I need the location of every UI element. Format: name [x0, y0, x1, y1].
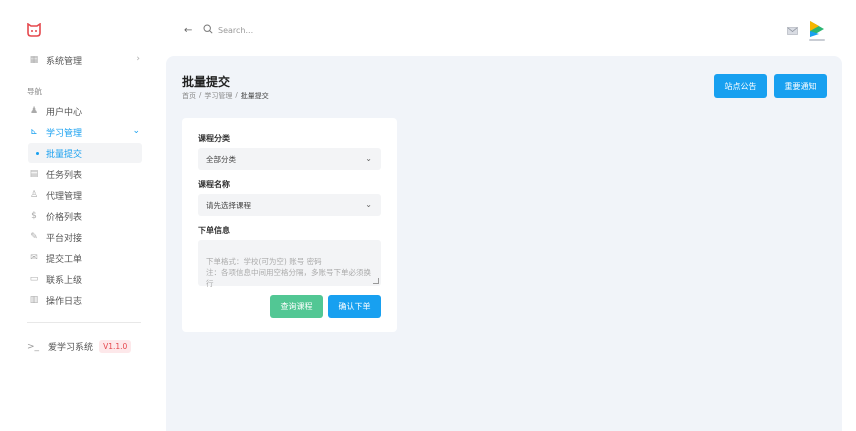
course-selected-value: 请先选择课程 [206, 200, 251, 210]
breadcrumb: 首页 / 学习管理 / 批量提交 [182, 91, 269, 101]
order-info-label: 下单信息 [198, 226, 230, 235]
search-input[interactable] [218, 22, 358, 38]
terminal-icon: >_ [27, 341, 40, 352]
chevron-right-icon: › [136, 54, 140, 64]
sidebar-item-label: 系统管理 [46, 56, 83, 67]
sidebar-item-label: 平台对接 [46, 233, 83, 244]
order-info-textarea[interactable]: 下单格式：学校(可为空) 账号 密码 注：各项信息中间用空格分隔，多账号下单必须… [198, 240, 381, 288]
log-icon: ▥ [29, 295, 39, 305]
sidebar-item-label: 操作日志 [46, 296, 83, 307]
sidebar-divider [27, 322, 141, 323]
topbar: ← [166, 0, 856, 58]
sidebar-item-label: 代理管理 [46, 191, 83, 202]
envelope-icon[interactable] [787, 27, 798, 35]
task-icon: ▤ [29, 169, 39, 179]
important-notice-button[interactable]: 重要通知 [774, 74, 827, 98]
breadcrumb-home[interactable]: 首页 [182, 91, 196, 101]
site-notice-button[interactable]: 站点公告 [714, 74, 767, 98]
category-label: 课程分类 [198, 134, 230, 143]
user-icon: ♟ [29, 106, 39, 116]
version-name: 爱学习系统 [48, 343, 94, 353]
sidebar-item-operation-log[interactable]: ▥ 操作日志 [20, 290, 142, 310]
confirm-order-button[interactable]: 确认下单 [328, 295, 381, 318]
main-content: 批量提交 首页 / 学习管理 / 批量提交 站点公告 重要通知 课程分类 全部分… [166, 56, 842, 431]
chevron-down-icon: ⌄ [132, 126, 140, 136]
bullet-icon [36, 151, 39, 155]
breadcrumb-current: 批量提交 [240, 92, 269, 100]
sidebar-item-submit-ticket[interactable]: ✉ 提交工单 [20, 248, 142, 268]
course-select[interactable]: 请先选择课程 ⌄ [198, 194, 381, 216]
sidebar-subitem-label: 批量提交 [46, 149, 83, 160]
nav-section-label: 导航 [27, 87, 42, 96]
resize-handle-icon[interactable] [373, 278, 379, 284]
sidebar-item-label: 学习管理 [46, 128, 83, 139]
sidebar-item-label: 联系上级 [46, 275, 83, 286]
query-course-button[interactable]: 查询课程 [270, 295, 323, 318]
breadcrumb-study-manage[interactable]: 学习管理 [204, 91, 232, 101]
agent-icon: ♙ [29, 190, 39, 200]
sidebar-item-platform-link[interactable]: ✎ 平台对接 [20, 227, 142, 247]
chevron-down-icon: ⌄ [365, 154, 372, 163]
page-title: 批量提交 [182, 75, 231, 89]
arrow-left-icon[interactable]: ← [184, 25, 192, 36]
dollar-icon: $ [31, 211, 37, 221]
sidebar-item-label: 任务列表 [46, 170, 83, 181]
contact-icon: ▭ [29, 274, 39, 284]
search-icon [203, 24, 213, 34]
sidebar-item-price-list[interactable]: $ 价格列表 [20, 206, 142, 226]
mail-icon: ✉ [30, 253, 38, 263]
sidebar-item-user-center[interactable]: ♟ 用户中心 [20, 101, 142, 121]
breadcrumb-separator: / [235, 91, 238, 99]
batch-submit-form: 课程分类 全部分类 ⌄ 课程名称 请先选择课程 ⌄ 下单信息 下单格式：学校(可… [182, 118, 397, 332]
sidebar-item-label: 价格列表 [46, 212, 83, 223]
cart-icon: ⊾ [30, 127, 38, 137]
avatar[interactable] [807, 20, 827, 42]
sidebar-item-agent-manage[interactable]: ♙ 代理管理 [20, 185, 142, 205]
sidebar-item-system-manage[interactable]: ▦ 系统管理 › [20, 50, 142, 70]
category-select[interactable]: 全部分类 ⌄ [198, 148, 381, 170]
sidebar-item-study-manage[interactable]: ⊾ 学习管理 ⌄ [20, 122, 142, 142]
sidebar-subitem-batch-submit[interactable]: 批量提交 [28, 143, 142, 163]
order-info-placeholder: 下单格式：学校(可为空) 账号 密码 注：各项信息中间用空格分隔，多账号下单必须… [206, 257, 371, 288]
grid-icon: ▦ [29, 55, 39, 65]
sidebar-item-contact-superior[interactable]: ▭ 联系上级 [20, 269, 142, 289]
version-badge: V1.1.0 [99, 340, 132, 353]
link-icon: ✎ [30, 232, 38, 242]
version-info: >_ 爱学习系统 V1.1.0 [27, 340, 132, 353]
sidebar-item-task-list[interactable]: ▤ 任务列表 [20, 164, 142, 184]
sidebar: ▦ 系统管理 › 导航 ♟ 用户中心 ⊾ 学习管理 ⌄ 批量提交 ▤ 任务列表 … [0, 0, 166, 431]
sidebar-item-label: 用户中心 [46, 107, 83, 118]
chevron-down-icon: ⌄ [365, 200, 372, 209]
cat-logo-icon[interactable] [27, 23, 41, 37]
course-label: 课程名称 [198, 180, 230, 189]
sidebar-item-label: 提交工单 [46, 254, 83, 265]
category-selected-value: 全部分类 [206, 154, 236, 164]
breadcrumb-separator: / [199, 91, 202, 99]
